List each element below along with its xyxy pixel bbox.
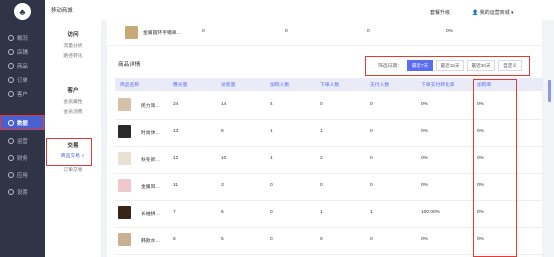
product-thumbnail [118, 125, 131, 138]
main-sidebar: ♣ 概况 店铺 商品 订单 客户 数据 运营 财务 应用 设置 [0, 0, 45, 257]
table-cell: 1 [320, 129, 323, 134]
nav-item-overview[interactable]: 概况 [0, 30, 45, 45]
column-header[interactable]: 访客量 [221, 81, 235, 88]
product-thumbnail [118, 152, 131, 165]
table-cell: 0% [421, 183, 428, 188]
product-name[interactable]: 金属圆环手镯单… [143, 29, 181, 36]
product-name[interactable]: 金属耳… [141, 183, 160, 190]
table-cell: 1 [370, 210, 373, 215]
overview-icon [8, 34, 14, 41]
goods-icon [8, 62, 14, 69]
table-cell: 1 [270, 129, 273, 134]
user-menu[interactable]: 👤 我的运营商城 ▾ [472, 9, 514, 16]
highlight-box-cart-rate-column [473, 79, 517, 257]
filter-last-30-days-button[interactable]: 最近30天 [467, 60, 495, 71]
table-cell: 6 [173, 237, 176, 242]
nav-item-apps[interactable]: 应用 [0, 167, 45, 182]
nav-item-goods[interactable]: 商品 [0, 58, 45, 73]
finance-icon [8, 154, 14, 161]
table-cell: 10 [221, 156, 227, 161]
column-header[interactable]: 支付人数 [370, 81, 389, 88]
apps-icon [8, 171, 14, 178]
table-cell: 0% [421, 237, 428, 242]
table-cell: 1 [320, 210, 323, 215]
upgrade-link[interactable]: 套餐升级 [430, 9, 450, 16]
table-cell: 0% [421, 102, 428, 107]
table-cell: 0 [270, 237, 273, 242]
submenu-title-visit: 访问 [67, 32, 79, 38]
product-thumbnail [118, 206, 131, 219]
store-icon [8, 48, 14, 55]
table-cell: 0 [270, 183, 273, 188]
highlight-box-nav [0, 115, 44, 130]
table-cell: 5 [221, 237, 224, 242]
orders-icon [8, 76, 14, 83]
submenu-link-member-spend[interactable]: 会员消费 [45, 108, 101, 115]
submenu-title-customer: 客户 [67, 88, 79, 94]
table-cell: 6 [221, 210, 224, 215]
section-title: 商品详情 [118, 62, 141, 68]
product-thumbnail [118, 98, 131, 111]
table-cell: 0 [320, 183, 323, 188]
table-cell: 0% [421, 156, 428, 161]
highlight-box-submenu [46, 138, 92, 166]
table-cell: 0 [370, 237, 373, 242]
table-cell: 0% [421, 129, 428, 134]
top-header: 移动商城 套餐升级 👤 我的运营商城 ▾ [45, 0, 554, 20]
nav-item-store[interactable]: 店铺 [0, 44, 45, 59]
table-row-previous: 金属圆环手镯单… 0 0 0 0% [107, 20, 542, 46]
store-name: 移动商城 [51, 8, 73, 14]
table-cell: 24 [173, 102, 179, 107]
table-cell: 3 [221, 183, 224, 188]
table-cell: 0 [270, 210, 273, 215]
table-cell: 2 [320, 156, 323, 161]
nav-item-marketing[interactable]: 运营 [0, 133, 45, 148]
nav-item-customers[interactable]: 客户 [0, 86, 45, 101]
filter-label: 筛选日期： [378, 64, 402, 69]
product-name[interactable]: 秋冬新… [141, 156, 160, 163]
table-cell: 0 [370, 156, 373, 161]
table-cell: 14 [221, 102, 227, 107]
filter-last-7-days-button[interactable]: 最近7天 [407, 60, 433, 71]
product-name[interactable]: 时尚休… [141, 129, 160, 136]
table-cell: 12 [173, 156, 179, 161]
product-name[interactable]: 韩款水… [141, 237, 160, 244]
nav-item-finance[interactable]: 财务 [0, 150, 45, 165]
submenu-link-member-attr[interactable]: 会员属性 [45, 98, 101, 105]
table-cell: 0 [320, 237, 323, 242]
product-name[interactable]: 长袖拼… [141, 210, 160, 217]
submenu-link-order-trade[interactable]: 订单交易 [45, 166, 101, 173]
table-cell: 11 [173, 183, 178, 188]
table-cell: 0 [370, 129, 373, 134]
column-header[interactable]: 下单人数 [320, 81, 339, 88]
table-cell: 0 [320, 102, 323, 107]
nav-item-orders[interactable]: 订单 [0, 72, 45, 87]
filter-custom-button[interactable]: 自定义 [498, 60, 522, 71]
marketing-icon [8, 137, 14, 144]
column-header[interactable]: 下单支付转化率 [421, 81, 455, 88]
table-cell: 8 [221, 129, 224, 134]
submenu-link-path[interactable]: 路径转化 [45, 52, 101, 59]
column-header[interactable]: 加购人数 [270, 81, 289, 88]
submenu-link-traffic[interactable]: 流量分析 [45, 42, 101, 49]
product-thumbnail [118, 179, 131, 192]
table-cell: 0 [370, 102, 373, 107]
column-header[interactable]: 商品名称 [120, 81, 139, 88]
product-name[interactable]: 民力简… [141, 102, 160, 109]
scrollbar-thumb[interactable] [548, 80, 551, 102]
table-cell: 100.00% [421, 210, 440, 215]
nav-item-settings[interactable]: 设置 [0, 184, 45, 199]
table-cell: 0 [370, 183, 373, 188]
table-cell: 13 [173, 129, 179, 134]
table-cell: 7 [173, 210, 176, 215]
product-thumbnail [125, 26, 138, 39]
table-cell: 4 [270, 102, 273, 107]
customers-icon [8, 90, 14, 97]
filter-last-15-days-button[interactable]: 最近15天 [436, 60, 464, 71]
column-header[interactable]: 曝光量 [173, 81, 187, 88]
product-thumbnail [118, 233, 131, 246]
store-logo[interactable]: ♣ [14, 3, 31, 20]
settings-icon [8, 188, 14, 195]
table-cell: 1 [270, 156, 273, 161]
